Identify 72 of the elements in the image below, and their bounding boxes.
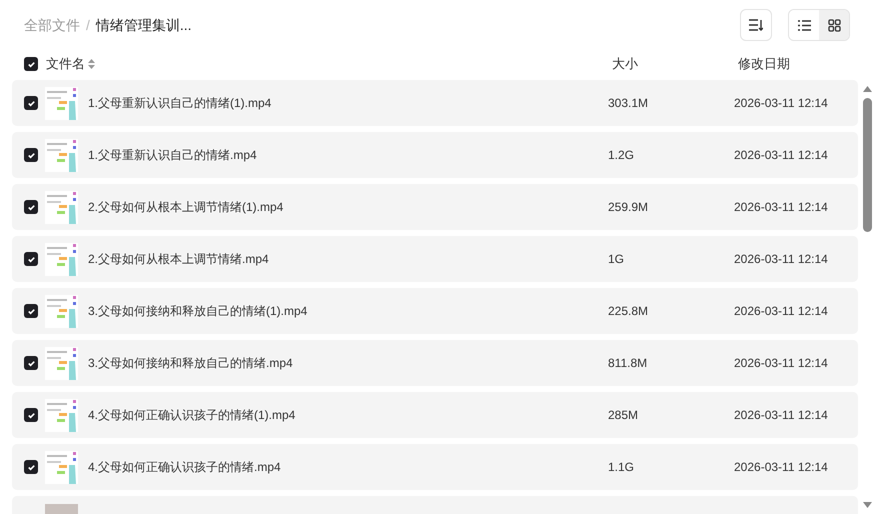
modified-date: 2026-03-11 12:14: [734, 95, 828, 112]
file-row[interactable]: 3.父母如何接纳和释放自己的情绪(1).mp4 225.8M 2026-03-11 12:14: [12, 288, 858, 334]
name-column-header[interactable]: 文件名: [46, 54, 85, 74]
video-thumbnail: [45, 242, 78, 276]
file-size: 225.8M: [608, 303, 650, 320]
file-size: 1.1G: [608, 459, 636, 476]
sort-button[interactable]: [740, 9, 772, 41]
sort-arrows-icon: [88, 59, 95, 69]
checkmark-icon: [26, 60, 36, 68]
file-size: 259.9M: [608, 199, 650, 216]
file-name: 1.父母重新认识自己的情绪.mp4: [88, 147, 258, 164]
modified-date: 2026-03-11 12:14: [734, 199, 828, 216]
checkbox[interactable]: [24, 148, 38, 162]
file-name: 2.父母如何从根本上调节情绪.mp4: [88, 251, 270, 268]
modified-date: 2026-03-11 12:14: [734, 459, 828, 476]
date-column-header: 修改日期: [738, 55, 790, 74]
checkmark-icon: [26, 462, 36, 472]
modified-date: 2026-03-11 12:14: [734, 251, 828, 268]
file-row[interactable]: 4.父母如何正确认识孩子的情绪.mp4 1.1G 2026-03-11 12:14: [12, 444, 858, 490]
checkmark-icon: [26, 254, 36, 264]
file-row[interactable]: 3.父母如何接纳和释放自己的情绪.mp4 811.8M 2026-03-11 12:14: [12, 340, 858, 386]
file-row[interactable]: 2.父母如何从根本上调节情绪.mp4 1G 2026-03-11 12:14: [12, 236, 858, 282]
checkbox[interactable]: [24, 304, 38, 318]
grid-icon: [828, 18, 840, 32]
video-thumbnail: [45, 398, 78, 432]
file-row[interactable]: 4.父母如何正确认识孩子的情绪(1).mp4 285M 2026-03-11 12:14: [12, 392, 858, 438]
file-name: 4.父母如何正确认识孩子的情绪(1).mp4: [88, 407, 296, 424]
modified-date: 2026-03-11 12:14: [734, 407, 828, 424]
checkmark-icon: [26, 358, 36, 368]
file-name: 2.父母如何从根本上调节情绪(1).mp4: [88, 199, 284, 216]
breadcrumb-separator: /: [86, 16, 90, 34]
file-name: 4.父母如何正确认识孩子的情绪.mp4: [88, 459, 282, 476]
file-size: 285M: [608, 407, 640, 424]
scrollbar-thumb[interactable]: [863, 98, 872, 232]
list-icon: [798, 20, 810, 30]
checkbox[interactable]: [24, 408, 38, 422]
scroll-up-icon[interactable]: [863, 86, 872, 92]
checkbox[interactable]: [24, 460, 38, 474]
file-name: 3.父母如何接纳和释放自己的情绪(1).mp4: [88, 303, 308, 320]
file-size: 1.2G: [608, 147, 636, 164]
modified-date: 2026-03-11 12:14: [734, 147, 828, 164]
video-thumbnail: [45, 346, 78, 380]
file-size: 303.1M: [608, 95, 650, 112]
checkmark-icon: [26, 306, 36, 316]
size-column-header: 大小: [612, 55, 639, 74]
checkmark-icon: [26, 150, 36, 160]
video-thumbnail: [45, 138, 78, 172]
video-thumbnail: [45, 294, 78, 328]
checkmark-icon: [26, 98, 36, 108]
video-thumbnail: [45, 450, 78, 484]
checkbox[interactable]: [24, 57, 38, 71]
modified-date: 2026-03-11 12:14: [734, 303, 828, 320]
checkbox[interactable]: [24, 200, 38, 214]
file-row[interactable]: 1.父母重新认识自己的情绪.mp4 1.2G 2026-03-11 12:14: [12, 132, 858, 178]
video-thumbnail: [45, 190, 78, 224]
file-name: 3.父母如何接纳和释放自己的情绪.mp4: [88, 355, 294, 372]
file-row[interactable]: 1.父母重新认识自己的情绪(1).mp4 303.1M 2026-03-11 12:14: [12, 80, 858, 126]
file-name: 1.父母重新认识自己的情绪(1).mp4: [88, 95, 272, 112]
video-thumbnail: [45, 86, 78, 120]
scroll-down-icon[interactable]: [863, 502, 872, 508]
file-row[interactable]: 2.父母如何从根本上调节情绪(1).mp4 259.9M 2026-03-11 12:14: [12, 184, 858, 230]
grid-view-button[interactable]: [819, 10, 849, 40]
modified-date: 2026-03-11 12:14: [734, 355, 828, 372]
checkbox[interactable]: [24, 96, 38, 110]
checkbox[interactable]: [24, 252, 38, 266]
file-size: 811.8M: [608, 355, 648, 372]
breadcrumb-item[interactable]: 情绪管理集训...: [96, 14, 192, 36]
file-size: 1G: [608, 251, 626, 268]
checkmark-icon: [26, 202, 36, 212]
sort-icon: [749, 19, 763, 31]
checkmark-icon: [26, 410, 36, 420]
checkbox[interactable]: [24, 356, 38, 370]
